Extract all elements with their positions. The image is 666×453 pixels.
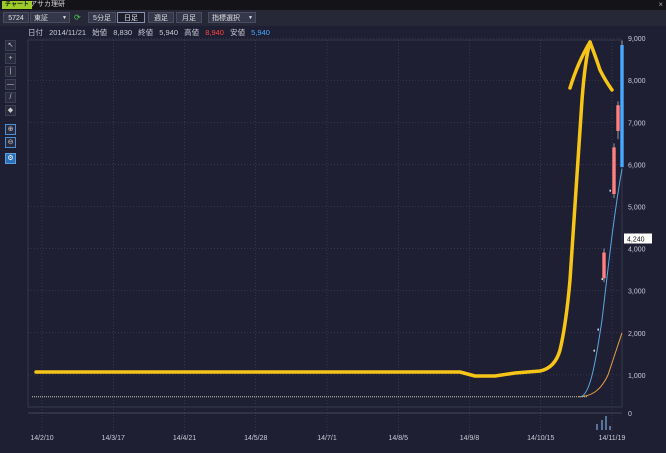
candle-body xyxy=(602,252,606,279)
ma-short-line xyxy=(579,168,623,398)
x-tick-label: 14/9/8 xyxy=(460,435,480,442)
plot-frame xyxy=(27,39,623,408)
y-tick-label: 5,000 xyxy=(628,205,646,212)
candle-small xyxy=(609,189,611,192)
y-tick-label: 2,000 xyxy=(628,331,646,338)
annotation-arrow xyxy=(34,40,614,378)
x-tick-label: 14/3/17 xyxy=(102,435,125,442)
current-price-label: 4,240 xyxy=(627,236,645,243)
x-tick-label: 14/8/5 xyxy=(389,435,409,442)
y-tick-label: 1,000 xyxy=(628,373,646,380)
candle-small xyxy=(597,328,599,331)
y-tick-label: 7,000 xyxy=(628,120,646,127)
candle-body xyxy=(612,147,616,195)
volume-y-tick-label: 0 xyxy=(628,411,632,418)
y-tick-label: 9,000 xyxy=(628,36,646,43)
x-tick-label: 14/4/21 xyxy=(173,435,196,442)
x-tick-label: 14/10/15 xyxy=(527,435,554,442)
x-tick-label: 14/7/1 xyxy=(317,435,337,442)
x-tick-label: 14/11/19 xyxy=(599,435,626,442)
ma-long-line xyxy=(577,332,623,398)
y-tick-label: 3,000 xyxy=(628,289,646,296)
candle-small xyxy=(593,349,595,352)
y-tick-label: 8,000 xyxy=(628,78,646,85)
y-tick-label: 4,000 xyxy=(628,247,646,254)
candle-body xyxy=(620,45,624,168)
x-tick-label: 14/5/28 xyxy=(244,435,267,442)
candle-small xyxy=(601,278,603,281)
y-tick-label: 6,000 xyxy=(628,162,646,169)
x-tick-label: 14/2/10 xyxy=(30,435,53,442)
candle-body xyxy=(616,105,620,131)
price-chart[interactable]: 1,000 2,000 3,000 4,000 5,000 6,000 7,000 8,000… xyxy=(0,0,666,453)
